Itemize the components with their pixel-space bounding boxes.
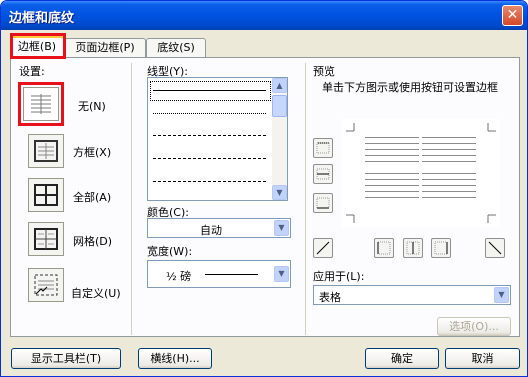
preview-text-line	[365, 197, 419, 198]
preview-text-line	[365, 143, 419, 144]
preview-text-line	[422, 197, 476, 198]
preview-text-line	[365, 179, 419, 180]
inside-vertical-border-button[interactable]	[403, 238, 423, 258]
line-style-dotted[interactable]	[153, 113, 266, 114]
preview-text-line	[422, 137, 476, 138]
preview-text-line	[365, 155, 419, 156]
tab-page-border[interactable]: 页面边框(P)	[64, 38, 146, 57]
bottom-border-icon	[316, 197, 330, 209]
preview-text-line	[422, 191, 476, 192]
show-toolbar-button[interactable]: 显示工具栏(T)	[11, 348, 121, 369]
inside-horizontal-border-button[interactable]	[313, 164, 333, 184]
setting-custom-label: 自定义(U)	[71, 287, 121, 300]
line-style-solid[interactable]	[153, 90, 266, 91]
close-button[interactable]: ✕	[502, 5, 523, 26]
setting-all-label: 全部(A)	[73, 191, 112, 204]
chevron-down-icon: ▼	[278, 223, 285, 232]
color-select[interactable]: 自动 ▼	[147, 218, 291, 238]
settings-heading: 设置:	[19, 65, 45, 78]
diagonal-down-border-button[interactable]	[313, 238, 333, 258]
dialog-title: 边框和底纹	[9, 11, 75, 26]
line-style-selected-item[interactable]	[150, 81, 271, 101]
left-border-button[interactable]	[374, 238, 394, 258]
title-bar[interactable]: 边框和底纹 ✕	[1, 1, 527, 30]
preview-text-line	[365, 161, 419, 162]
borders-panel: 设置: 无(N) 方框(X) 全部(A) 网格(D) 自定义(U) 线型(Y):	[10, 57, 520, 337]
setting-all-button[interactable]	[28, 178, 64, 212]
left-border-icon	[377, 241, 391, 255]
separator-right	[305, 63, 306, 335]
cancel-button[interactable]: 取消	[445, 348, 520, 369]
preview-text-line	[365, 149, 419, 150]
setting-grid-button[interactable]	[28, 222, 64, 256]
setting-box-button[interactable]	[28, 134, 64, 168]
width-select[interactable]: ½ 磅 ▼	[147, 260, 291, 288]
preview-text-line	[365, 173, 419, 174]
apply-to-dropdown-button[interactable]: ▼	[494, 287, 509, 303]
preview-text-line	[422, 179, 476, 180]
line-style-fine-dash[interactable]	[153, 135, 266, 136]
separator-left	[131, 63, 132, 335]
chevron-down-icon: ▼	[276, 188, 283, 197]
custom-border-icon	[34, 274, 58, 296]
line-style-dash[interactable]	[153, 158, 266, 159]
top-border-button[interactable]	[313, 138, 333, 158]
border-preview[interactable]	[342, 119, 500, 227]
preview-hint: 单击下方图示或使用按钮可设置边框	[322, 81, 498, 94]
setting-grid-label: 网格(D)	[73, 235, 113, 248]
apply-to-value: 表格	[319, 291, 341, 304]
bottom-border-button[interactable]	[313, 193, 333, 213]
box-border-icon	[34, 140, 58, 162]
width-sample-line	[205, 274, 258, 275]
tab-shading[interactable]: 底纹(S)	[146, 38, 206, 57]
all-borders-icon	[34, 184, 58, 206]
setting-custom-button[interactable]	[28, 268, 64, 302]
apply-to-label: 应用于(L):	[313, 270, 365, 283]
apply-to-select[interactable]: 表格 ▼	[313, 285, 511, 305]
preview-text-line	[422, 143, 476, 144]
line-style-scrollbar[interactable]: ▲ ▼	[272, 78, 287, 200]
close-icon: ✕	[506, 7, 519, 23]
line-style-long-dash[interactable]	[153, 181, 266, 182]
width-value: ½ 磅	[166, 270, 192, 283]
scroll-up-button[interactable]: ▲	[272, 78, 287, 93]
diagonal-up-icon	[316, 241, 330, 255]
borders-shading-dialog: 边框和底纹 ✕ 边框(B) 页面边框(P) 底纹(S) 设置: 无(N) 方框(…	[0, 0, 528, 377]
preview-text-line	[422, 149, 476, 150]
inside-horizontal-border-icon	[316, 168, 330, 180]
right-border-button[interactable]	[431, 238, 451, 258]
setting-none-label: 无(N)	[78, 100, 106, 113]
setting-none-highlight	[18, 82, 64, 126]
grid-borders-icon	[34, 228, 58, 250]
inside-vertical-border-icon	[406, 241, 420, 255]
horizontal-line-button[interactable]: 横线(H)...	[138, 348, 212, 369]
scroll-thumb[interactable]	[272, 95, 287, 117]
options-button[interactable]: 选项(O)...	[437, 317, 511, 336]
color-value: 自动	[200, 224, 222, 237]
top-border-icon	[316, 142, 330, 154]
chevron-up-icon: ▲	[276, 81, 283, 90]
diagonal-down-icon	[488, 241, 502, 255]
scroll-down-button[interactable]: ▼	[272, 185, 287, 200]
line-style-list[interactable]: ▲ ▼	[147, 77, 288, 201]
chevron-down-icon: ▼	[278, 269, 285, 278]
chevron-down-icon: ▼	[498, 290, 505, 299]
color-dropdown-button[interactable]: ▼	[274, 220, 289, 236]
ok-button[interactable]: 确定	[365, 348, 439, 369]
diagonal-up-border-button[interactable]	[485, 238, 505, 258]
tab-highlight-box	[10, 33, 66, 59]
preview-text-line	[422, 185, 476, 186]
preview-heading: 预览	[313, 65, 335, 78]
preview-text-line	[422, 173, 476, 174]
setting-box-label: 方框(X)	[73, 146, 112, 159]
preview-text-line	[365, 185, 419, 186]
preview-text-line	[365, 191, 419, 192]
right-border-icon	[434, 241, 448, 255]
preview-text-line	[365, 137, 419, 138]
width-dropdown-button[interactable]: ▼	[274, 266, 289, 282]
preview-text-line	[422, 155, 476, 156]
preview-text-line	[422, 161, 476, 162]
width-label: 宽度(W):	[147, 245, 193, 258]
